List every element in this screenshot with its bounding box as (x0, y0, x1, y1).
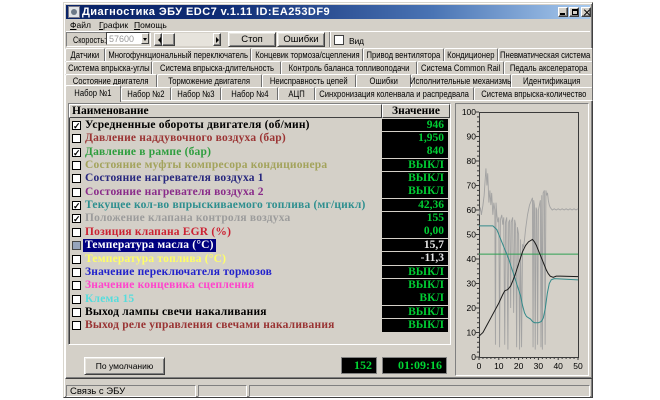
svg-text:80: 80 (467, 156, 477, 166)
svg-text:30: 30 (534, 361, 544, 371)
svg-text:100: 100 (462, 107, 476, 117)
svg-text:60: 60 (467, 205, 477, 215)
svg-text:0: 0 (471, 352, 476, 362)
svg-text:0: 0 (477, 361, 482, 371)
svg-text:20: 20 (514, 361, 524, 371)
svg-text:40: 40 (553, 361, 563, 371)
svg-text:50: 50 (573, 361, 583, 371)
svg-text:90: 90 (467, 132, 477, 142)
svg-text:30: 30 (467, 279, 477, 289)
svg-text:40: 40 (467, 254, 477, 264)
svg-text:70: 70 (467, 181, 477, 191)
svg-text:50: 50 (467, 230, 477, 240)
svg-text:10: 10 (467, 328, 477, 338)
svg-text:20: 20 (467, 303, 477, 313)
svg-text:10: 10 (494, 361, 504, 371)
